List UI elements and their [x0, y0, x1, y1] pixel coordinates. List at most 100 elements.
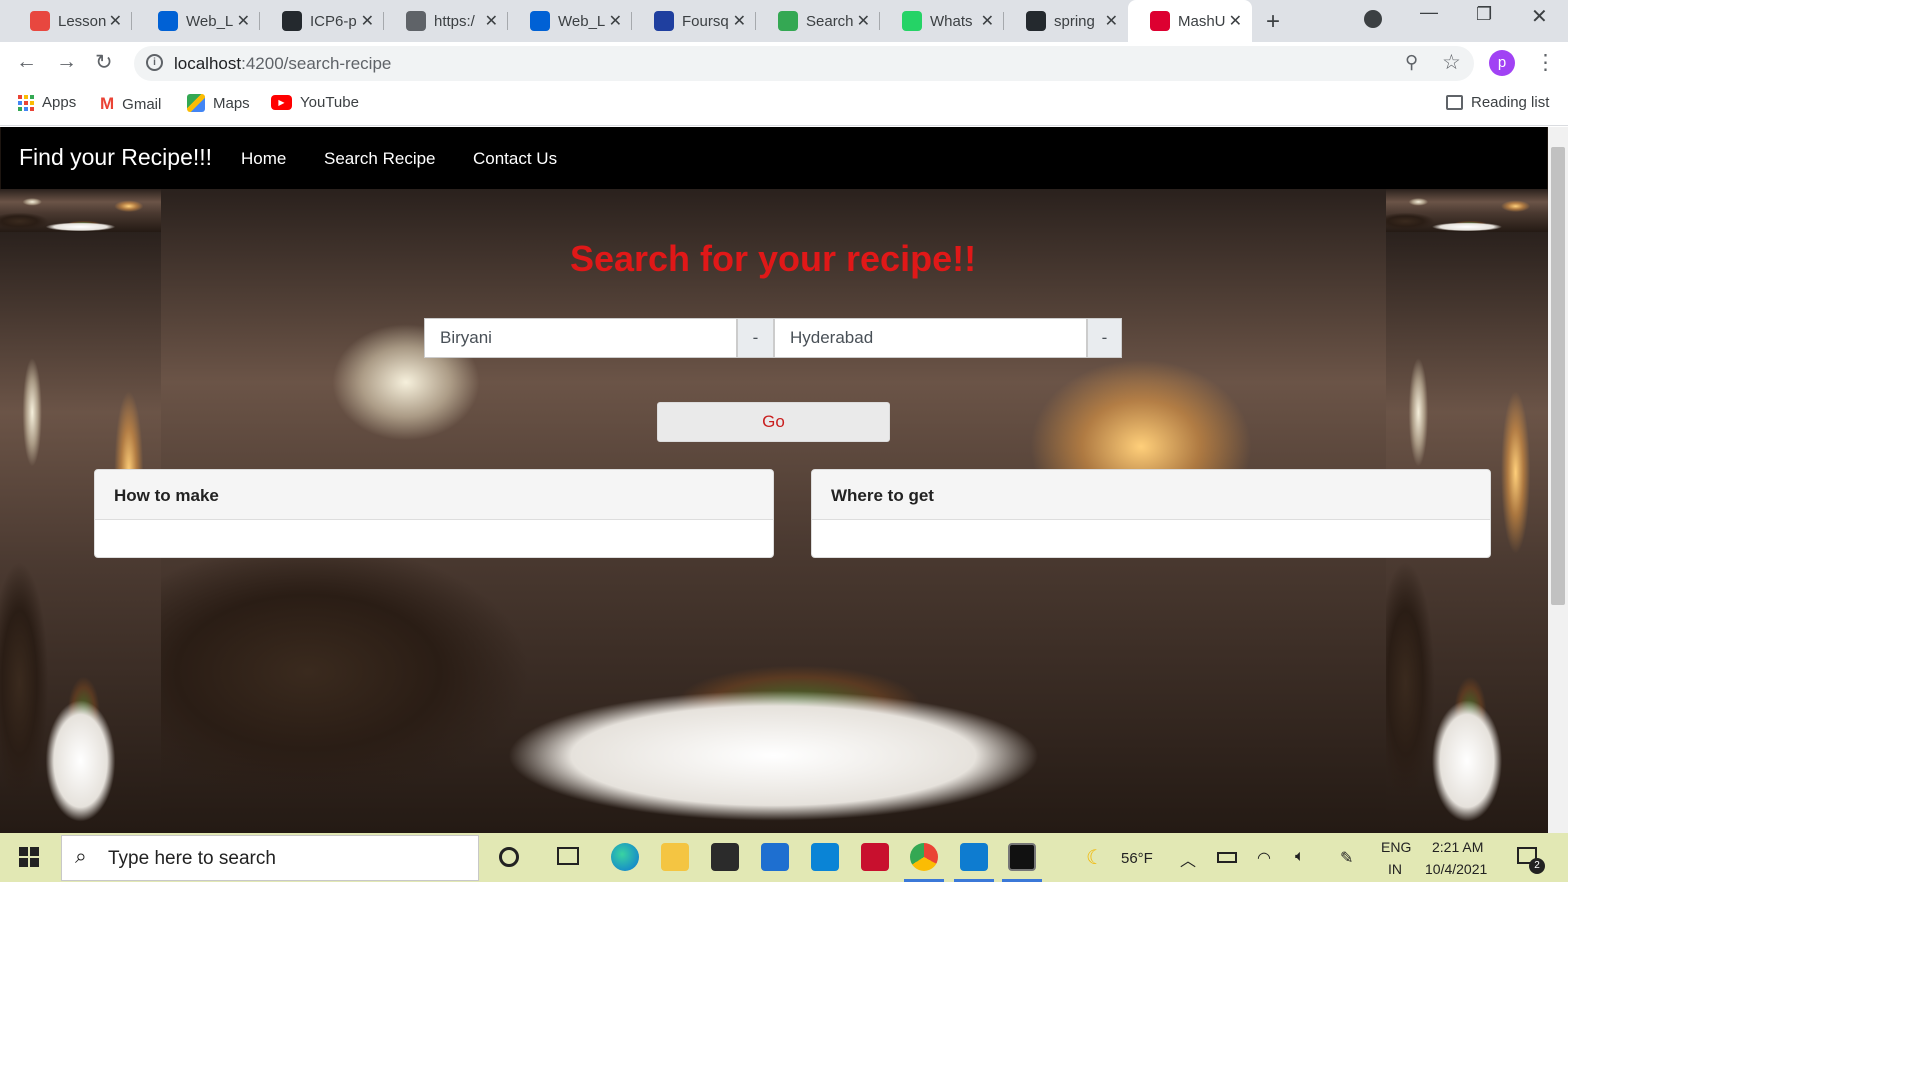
new-tab-button[interactable]: +: [1266, 8, 1280, 36]
back-icon[interactable]: ←: [16, 50, 37, 74]
pen-icon[interactable]: ✎: [1340, 848, 1353, 868]
mail-icon[interactable]: [761, 843, 789, 871]
tab-title: Foursq: [682, 12, 729, 30]
tab-title: Whats: [930, 12, 973, 30]
box-icon: [158, 11, 178, 31]
forward-icon[interactable]: →: [56, 50, 77, 74]
search-icon: ⌕: [75, 845, 87, 868]
browser-tab[interactable]: Web_L ✕: [508, 0, 632, 42]
recipe-input[interactable]: Biryani: [424, 318, 737, 358]
tab-close-icon[interactable]: ✕: [981, 11, 994, 31]
profile-avatar[interactable]: p: [1489, 50, 1515, 76]
vscode-icon[interactable]: [960, 843, 988, 871]
tab-title: ICP6-p: [310, 12, 357, 30]
clock-date[interactable]: 10/4/2021: [1425, 861, 1487, 877]
battery-icon[interactable]: [1217, 852, 1237, 863]
browser-tab[interactable]: Lesson ✕: [8, 0, 132, 42]
tray-chevron-icon[interactable]: ︿: [1180, 847, 1196, 871]
bookmark-gmail[interactable]: M Gmail: [100, 94, 161, 114]
wifi-icon[interactable]: ◠: [1257, 848, 1271, 868]
browser-tab[interactable]: Foursq ✕: [632, 0, 756, 42]
google-drive-icon: [778, 11, 798, 31]
bookmark-label: Gmail: [122, 95, 162, 113]
browser-tab[interactable]: https:/ ✕: [384, 0, 508, 42]
tab-close-icon[interactable]: ✕: [1105, 11, 1118, 31]
volume-icon[interactable]: 🔈︎: [1295, 848, 1305, 866]
location-pin-icon[interactable]: ⚲: [1405, 52, 1418, 73]
brand-title[interactable]: Find your Recipe!!!: [19, 144, 212, 171]
whatsapp-icon: [902, 11, 922, 31]
page-heading: Search for your recipe!!: [569, 238, 977, 279]
outlook-icon[interactable]: [811, 843, 839, 871]
tab-close-icon[interactable]: ✕: [733, 11, 746, 31]
globe-icon: [406, 11, 426, 31]
scrollbar-thumb[interactable]: [1551, 147, 1565, 605]
gear-red-icon: [30, 11, 50, 31]
bookmark-maps[interactable]: Maps: [187, 94, 250, 112]
mcafee-icon[interactable]: [861, 843, 889, 871]
nav-contact-us[interactable]: Contact Us: [473, 149, 557, 169]
browser-tab[interactable]: Search ✕: [756, 0, 880, 42]
clock-time[interactable]: 2:21 AM: [1432, 839, 1483, 855]
nav-search-recipe[interactable]: Search Recipe: [324, 149, 436, 169]
where-to-get-card: Where to get: [811, 469, 1491, 558]
go-button[interactable]: Go: [657, 402, 890, 442]
bookmark-youtube[interactable]: ▶ YouTube: [271, 94, 359, 111]
weather-temperature[interactable]: 56°F: [1121, 850, 1153, 867]
tab-title: spring: [1054, 12, 1095, 30]
chrome-active-indicator: [904, 879, 944, 882]
vscode-active-indicator: [954, 879, 994, 882]
close-window-icon[interactable]: ✕: [1531, 4, 1548, 29]
location-addon-button[interactable]: -: [1087, 318, 1122, 358]
weather-moon-icon[interactable]: ☾: [1086, 845, 1104, 870]
restore-icon[interactable]: ❐: [1476, 4, 1492, 25]
location-input[interactable]: Hyderabad: [774, 318, 1087, 358]
minimize-icon[interactable]: —: [1420, 2, 1438, 23]
tab-title: Web_L: [558, 12, 606, 30]
tab-close-icon[interactable]: ✕: [237, 11, 250, 31]
edge-icon[interactable]: [611, 843, 639, 871]
bookmark-label: YouTube: [300, 94, 359, 111]
bookmark-apps[interactable]: Apps: [18, 94, 76, 111]
reading-list-button[interactable]: Reading list: [1446, 94, 1549, 111]
language-top[interactable]: ENG: [1381, 839, 1411, 855]
tab-close-icon[interactable]: ✕: [109, 11, 122, 31]
tab-close-icon[interactable]: ✕: [609, 11, 622, 31]
tab-title: https:/: [434, 12, 475, 30]
tab-close-icon[interactable]: ✕: [361, 11, 374, 31]
file-explorer-icon[interactable]: [661, 843, 689, 871]
taskbar-search-placeholder: Type here to search: [108, 848, 276, 869]
windows-start-icon[interactable]: [19, 847, 39, 867]
where-to-get-heading: Where to get: [812, 470, 1490, 520]
tab-close-icon[interactable]: ✕: [485, 11, 498, 31]
tab-title: Lesson: [58, 12, 107, 30]
maps-icon: [187, 94, 205, 112]
recipe-addon-button[interactable]: -: [737, 318, 774, 358]
cortana-icon[interactable]: [499, 847, 519, 867]
terminal-icon[interactable]: [1008, 843, 1036, 871]
chrome-icon[interactable]: [910, 843, 938, 871]
bookmark-star-icon[interactable]: ☆: [1442, 50, 1461, 75]
app-navbar: [1, 127, 1547, 189]
tab-title: Search: [806, 12, 854, 30]
store-icon[interactable]: [711, 843, 739, 871]
reload-icon[interactable]: ↻: [95, 50, 113, 75]
gmail-icon: M: [100, 94, 115, 113]
browser-tab[interactable]: Web_L ✕: [136, 0, 260, 42]
nav-home[interactable]: Home: [241, 149, 286, 169]
language-bottom[interactable]: IN: [1388, 861, 1402, 877]
tab-search-icon[interactable]: [1364, 10, 1382, 28]
apps-grid-icon: [18, 94, 34, 111]
task-view-icon[interactable]: [557, 847, 579, 865]
browser-tab[interactable]: ICP6-p ✕: [260, 0, 384, 42]
tab-close-icon[interactable]: ✕: [857, 11, 870, 31]
browser-tab[interactable]: Whats ✕: [880, 0, 1004, 42]
how-to-make-card: How to make: [94, 469, 774, 558]
browser-tab[interactable]: spring ✕: [1004, 0, 1128, 42]
url-text[interactable]: localhost:4200/search-recipe: [174, 54, 391, 74]
tab-close-icon[interactable]: ✕: [1229, 11, 1242, 31]
url-host: localhost: [174, 54, 242, 73]
site-info-icon[interactable]: i: [146, 54, 163, 71]
browser-tab[interactable]: MashU ✕: [1128, 0, 1252, 42]
menu-kebab-icon[interactable]: ⋮: [1535, 50, 1556, 75]
